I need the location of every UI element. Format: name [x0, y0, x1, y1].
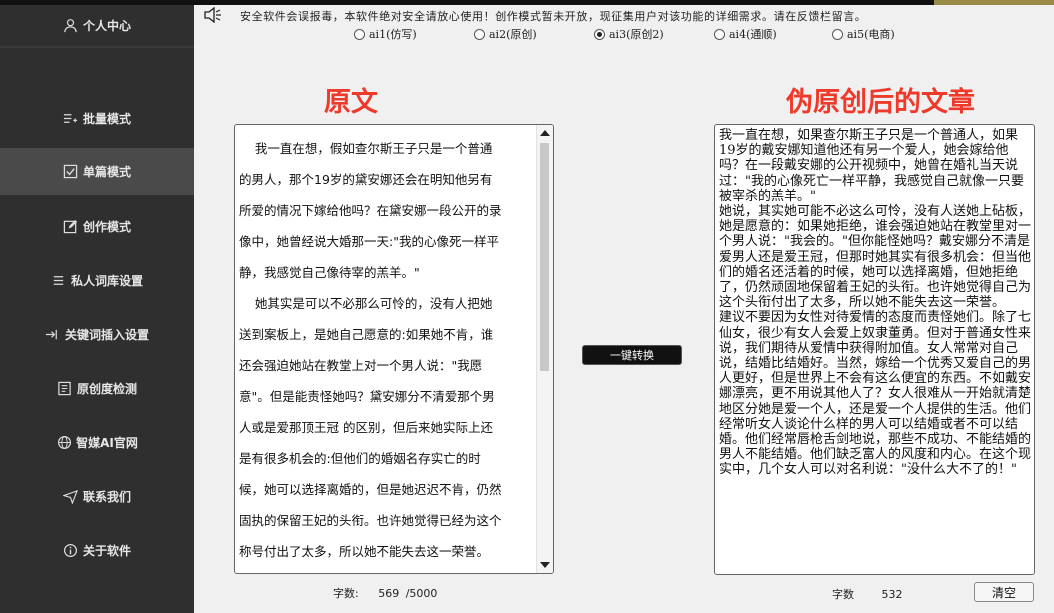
scroll-up-icon[interactable] [540, 130, 550, 136]
original-scrollbar[interactable] [536, 125, 553, 573]
clear-button[interactable]: 清空 [974, 582, 1034, 602]
mode-label: ai2(原创) [489, 28, 537, 41]
mode-label: ai1(仿写) [369, 28, 417, 41]
rewritten-text-area[interactable]: 我一直在想，如果查尔斯王子只是一个普通人，如果19岁的戴安娜知道他还有另一个爱人… [714, 124, 1035, 575]
user-icon [63, 17, 79, 33]
sidebar-item-label: 原创度检测 [76, 381, 137, 396]
document-icon [57, 380, 73, 396]
sidebar-item-label: 单篇模式 [82, 165, 131, 179]
sidebar-item-label: 私人词库设置 [70, 273, 143, 288]
send-icon [63, 488, 79, 504]
sidebar-item-create[interactable]: 创作模式 [0, 204, 194, 248]
sidebar-item-about[interactable]: 关于软件 [0, 528, 194, 572]
scroll-thumb[interactable] [540, 143, 549, 371]
rewritten-word-count: 字数 532 [832, 586, 903, 602]
radio-dot [474, 28, 485, 40]
radio-dot [714, 28, 725, 40]
mode-radio-ai5[interactable]: ai5(电商) [832, 26, 895, 42]
sidebar-item-profile[interactable]: 个人中心 [0, 5, 194, 45]
radio-dot [594, 28, 605, 40]
sidebar-item-label: 创作模式 [82, 219, 131, 234]
rewritten-text[interactable]: 我一直在想，如果查尔斯王子只是一个普通人，如果19岁的戴安娜知道他还有另一个爱人… [719, 128, 1031, 478]
edit-icon [63, 218, 79, 234]
mode-label: ai3(原创2) [609, 28, 664, 41]
mode-radio-ai3[interactable]: ai3(原创2) [594, 26, 664, 42]
sidebar-item-label: 联系我们 [82, 489, 131, 504]
mode-radio-ai2[interactable]: ai2(原创) [474, 26, 537, 42]
sidebar-item-single[interactable]: 单篇模式 [0, 148, 194, 195]
speaker-icon [204, 7, 221, 23]
rewritten-heading: 伪原创后的文章 [786, 87, 975, 118]
sidebar-item-label: 关于软件 [82, 543, 131, 558]
radio-dot [354, 28, 365, 40]
globe-icon [56, 434, 72, 450]
count-value: 532 [881, 588, 903, 601]
sidebar-item-label: 关键词插入设置 [64, 327, 149, 342]
sidebar-item-batch[interactable]: 批量模式 [0, 96, 194, 140]
mode-label: ai4(通顺) [729, 28, 777, 41]
count-value: 569 [378, 587, 400, 600]
sidebar-item-label: 批量模式 [82, 111, 131, 126]
sidebar-item-contact[interactable]: 联系我们 [0, 474, 194, 518]
count-label: 字数 [832, 588, 854, 601]
sidebar-divider [0, 46, 194, 48]
sidebar: 个人中心 批量模式 单篇模式 创作模式 私人词库设置 关键词插入设置 原创度检测… [0, 5, 194, 613]
mode-radio-ai4[interactable]: ai4(通顺) [714, 26, 777, 42]
list-add-icon [63, 110, 79, 126]
mode-radio-ai1[interactable]: ai1(仿写) [354, 26, 417, 42]
convert-button[interactable]: 一键转换 [582, 345, 682, 365]
notice-text: 安全软件会误报毒，本软件绝对安全请放心使用！创作模式暂未开放，现征集用户对该功能… [240, 10, 867, 23]
checkbox-icon [63, 164, 79, 180]
radio-dot [832, 28, 843, 40]
sidebar-item-keyword[interactable]: 关键词插入设置 [0, 312, 194, 356]
sidebar-item-label: 智媒AI官网 [76, 435, 138, 450]
info-icon [63, 542, 79, 558]
count-label: 字数: [333, 587, 359, 600]
original-text[interactable]: 我一直在想，假如查尔斯王子只是一个普通 的男人，那个19岁的黛安娜还会在明知他另… [239, 133, 539, 573]
count-max: /5000 [405, 587, 438, 600]
sidebar-item-originality[interactable]: 原创度检测 [0, 366, 194, 410]
insert-icon [45, 326, 61, 342]
original-word-count: 字数: 569 /5000 [333, 585, 437, 601]
title-bar-accent [934, 0, 1054, 5]
sidebar-item-website[interactable]: 智媒AI官网 [0, 420, 194, 464]
scroll-down-icon[interactable] [540, 562, 550, 568]
sidebar-item-label: 个人中心 [82, 18, 131, 33]
sidebar-item-dictionary[interactable]: 私人词库设置 [0, 258, 194, 302]
original-text-area[interactable]: 我一直在想，假如查尔斯王子只是一个普通 的男人，那个19岁的黛安娜还会在明知他另… [234, 124, 554, 574]
lines-icon [51, 272, 67, 288]
mode-label: ai5(电商) [847, 28, 895, 41]
original-heading: 原文 [324, 87, 378, 118]
